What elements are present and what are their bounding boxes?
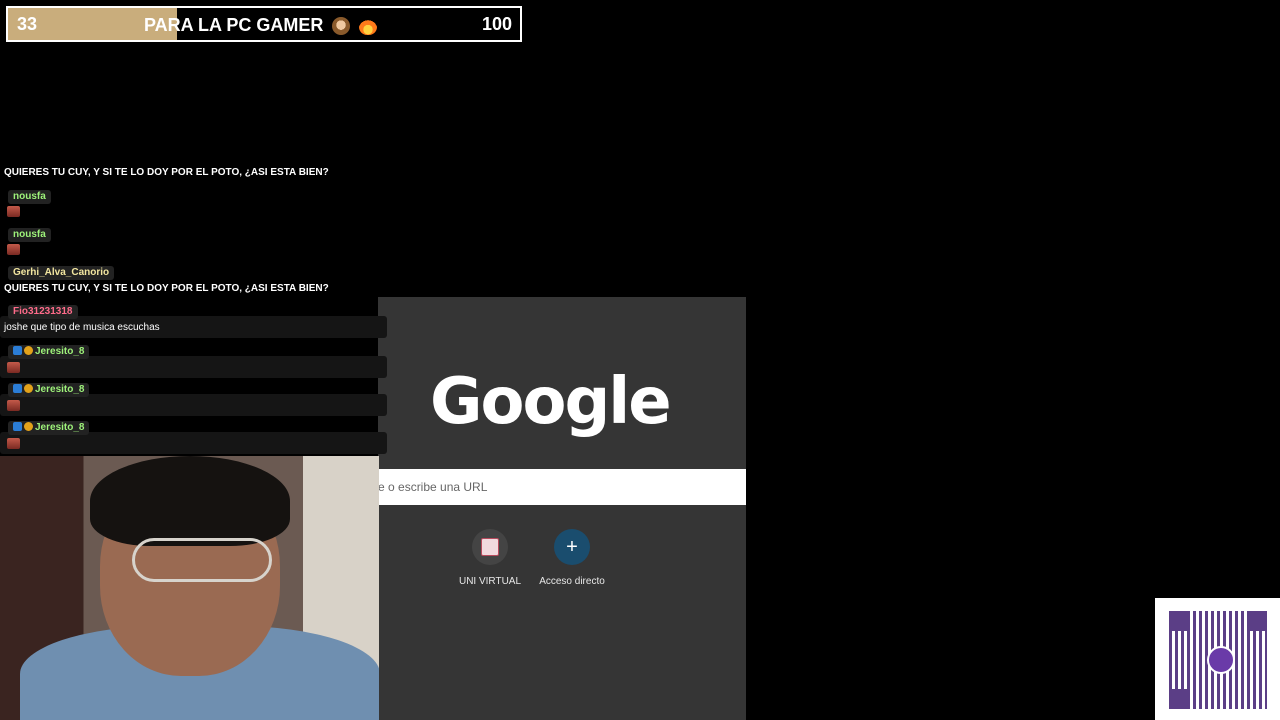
monkey-icon xyxy=(332,17,351,36)
chat-message: joshe que tipo de musica escuchas xyxy=(4,322,160,333)
chat-username-row: Jeresito_8 xyxy=(8,421,90,435)
chat-row-bg xyxy=(0,356,387,378)
chat-username-row: Jeresito_8 xyxy=(8,345,90,359)
shortcut-label: Acceso directo xyxy=(539,576,605,587)
shortcut-add[interactable]: + Acceso directo xyxy=(532,529,612,587)
chat-overlay: QUIERES TU CUY, Y SI TE LO DOY POR EL PO… xyxy=(0,160,390,460)
chat-username: Jeresito_8 xyxy=(35,384,85,395)
goal-title: PARA LA PC GAMER xyxy=(144,15,324,35)
search-input[interactable]: e o escribe una URL xyxy=(378,469,746,505)
badge-icon xyxy=(24,346,33,355)
google-logo: Google xyxy=(430,365,672,439)
badge-icon xyxy=(24,384,33,393)
goal-title-wrap: PARA LA PC GAMER xyxy=(144,15,378,36)
chat-username: Gerhi_Alva_Canorio xyxy=(8,266,115,280)
badge-icon xyxy=(13,422,22,431)
badge-icon xyxy=(24,422,33,431)
browser-new-tab: Google e o escribe una URL UNI VIRTUAL +… xyxy=(378,297,746,720)
chat-message: QUIERES TU CUY, Y SI TE LO DOY POR EL PO… xyxy=(4,283,329,294)
emote-icon xyxy=(7,362,20,373)
badge-icon xyxy=(13,346,22,355)
add-icon: + xyxy=(554,529,590,565)
shortcut-uni-virtual[interactable]: UNI VIRTUAL xyxy=(450,529,530,587)
chat-row-bg xyxy=(0,432,387,454)
shortcut-label: UNI VIRTUAL xyxy=(458,576,522,587)
chat-message: QUIERES TU CUY, Y SI TE LO DOY POR EL PO… xyxy=(4,167,329,178)
emote-icon xyxy=(7,438,20,449)
glasses xyxy=(132,538,272,582)
chat-username: Jeresito_8 xyxy=(35,422,85,433)
emote-icon xyxy=(7,400,20,411)
goal-target-count: 100 xyxy=(481,14,512,34)
uni-virtual-icon xyxy=(472,529,508,565)
goal-current-count: 33 xyxy=(17,14,38,34)
chat-username-row: Jeresito_8 xyxy=(8,383,90,397)
goal-bar: 33 PARA LA PC GAMER 100 xyxy=(6,6,522,42)
chat-row-bg xyxy=(0,394,387,416)
chat-username: nousfa xyxy=(8,190,51,204)
badge-icon xyxy=(13,384,22,393)
webcam-feed xyxy=(0,456,379,720)
qr-code-panel xyxy=(1155,598,1280,720)
chat-username: Jeresito_8 xyxy=(35,346,85,357)
yape-logo-icon xyxy=(1207,646,1235,674)
fire-icon xyxy=(359,17,378,36)
chat-username: Fio31231318 xyxy=(8,305,78,319)
emote-icon xyxy=(7,206,20,217)
chat-username: nousfa xyxy=(8,228,51,242)
hair xyxy=(90,456,290,546)
emote-icon xyxy=(7,244,20,255)
